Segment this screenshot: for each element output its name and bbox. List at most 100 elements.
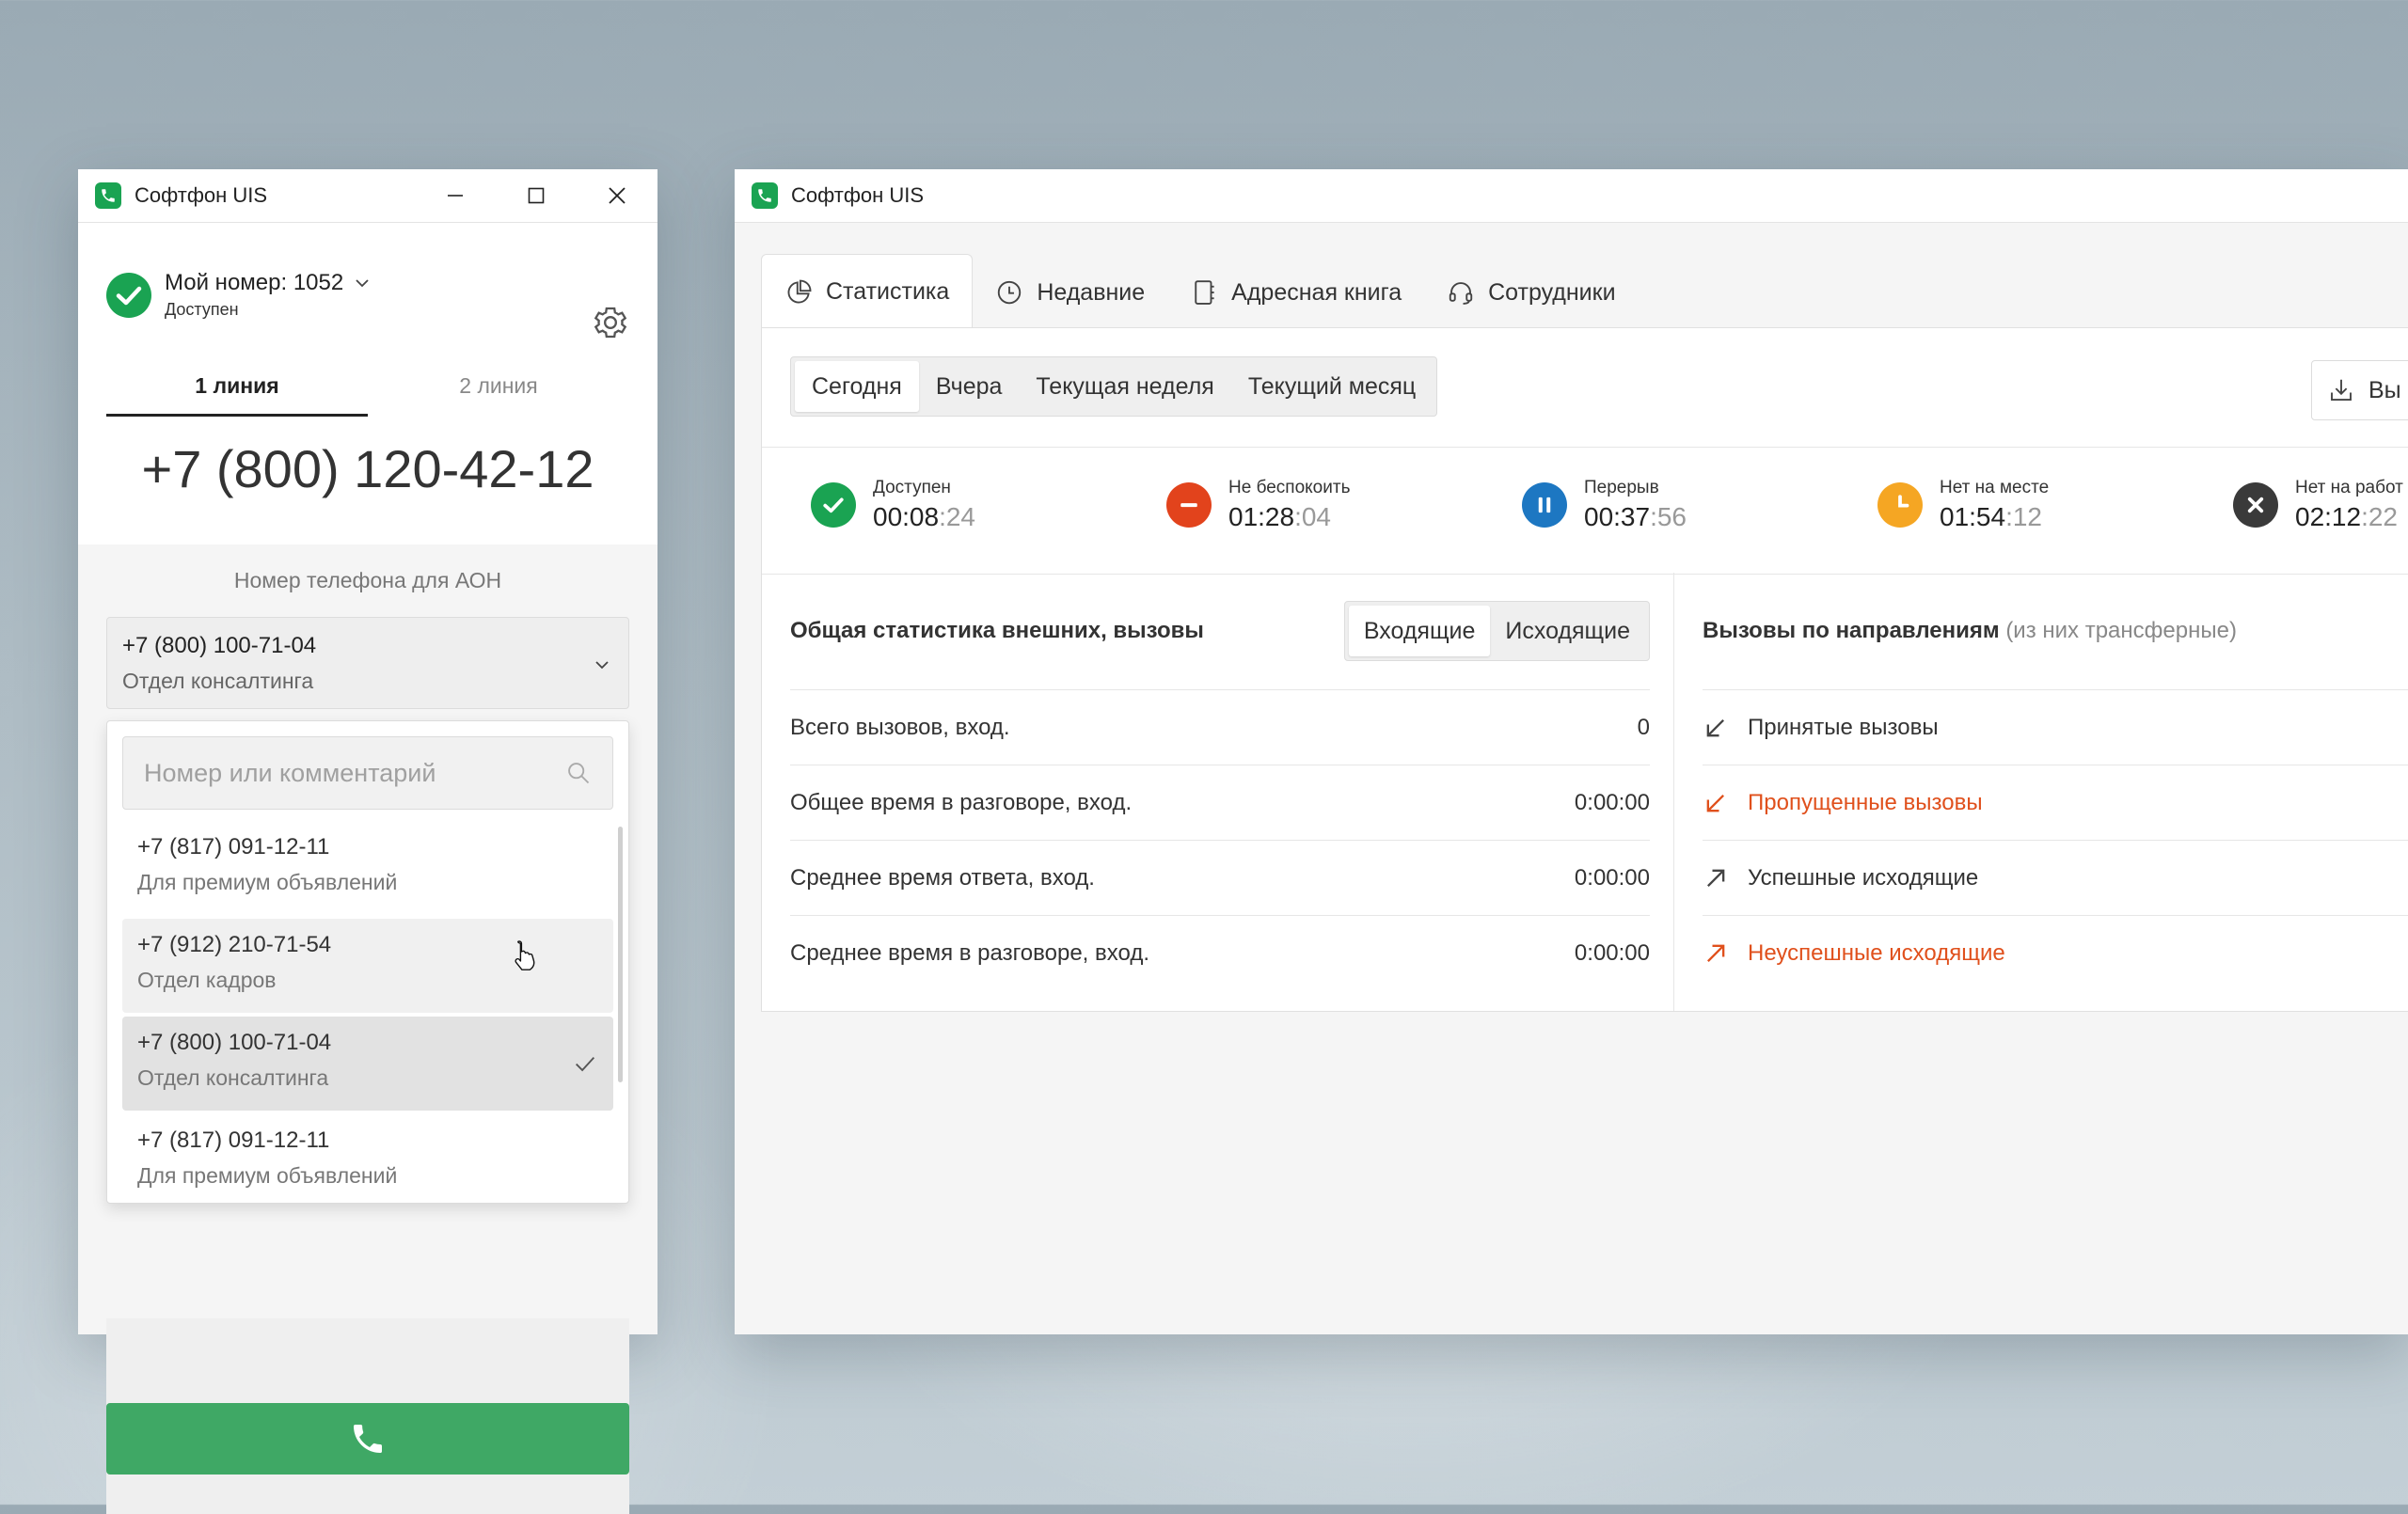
general-stats: Общая статистика внешних, вызовы Входящи… bbox=[790, 573, 1650, 1011]
status-times: Доступен 00:08:24 Не беспокоить 01:28:04… bbox=[762, 447, 2408, 575]
list-item[interactable]: +7 (817) 091-12-11 Для премиум объявлени… bbox=[122, 821, 613, 915]
status-available: Доступен 00:08:24 bbox=[811, 478, 975, 532]
row-value: 0:00:00 bbox=[1574, 790, 1650, 815]
search-icon bbox=[568, 763, 590, 784]
status-off-work: Нет на работ 02:12:22 bbox=[2233, 478, 2403, 532]
list-item[interactable]: +7 (817) 091-12-11 Для премиум объявлени… bbox=[122, 1114, 613, 1203]
x-circle-icon bbox=[2233, 482, 2278, 528]
direction-stats-title: Вызовы по направлениям (из них трансферн… bbox=[1703, 618, 2237, 644]
direction-stats: Вызовы по направлениям (из них трансферн… bbox=[1703, 573, 2408, 1011]
table-row: Всего вызовов, вход. 0 bbox=[790, 689, 1650, 765]
status-label: Нет на месте bbox=[1940, 478, 2050, 497]
general-stats-title: Общая статистика внешних, вызовы bbox=[790, 618, 1204, 643]
settings-button[interactable] bbox=[592, 304, 629, 346]
period-today[interactable]: Сегодня bbox=[795, 361, 919, 412]
direction-toggle: Входящие Исходящие bbox=[1343, 601, 1650, 661]
status-label: Нет на работ bbox=[2295, 478, 2403, 497]
softphone-titlebar: Софтфон UIS bbox=[78, 169, 657, 223]
phone-icon bbox=[354, 1425, 382, 1453]
address-book-icon bbox=[1190, 278, 1218, 307]
status-seconds: :04 bbox=[1294, 502, 1332, 531]
period-current-week[interactable]: Текущая неделя bbox=[1019, 361, 1230, 412]
tab-label: Сотрудники bbox=[1488, 278, 1616, 306]
aon-selected-number: +7 (800) 100-71-04 bbox=[122, 633, 317, 658]
minimize-button[interactable] bbox=[415, 169, 496, 222]
incoming-arrow-icon bbox=[1703, 715, 1748, 741]
option-desc: Для премиум объявлений bbox=[137, 1163, 398, 1188]
maximize-button[interactable] bbox=[496, 169, 577, 222]
headset-icon bbox=[1447, 278, 1475, 307]
status-seconds: :24 bbox=[939, 502, 976, 531]
list-item[interactable]: +7 (912) 210-71-54 Отдел кадров bbox=[122, 919, 613, 1013]
column-divider bbox=[1673, 573, 1674, 1011]
phone-app-icon bbox=[95, 182, 121, 209]
my-number-selector[interactable]: Мой номер: 1052 Доступен bbox=[106, 249, 372, 320]
maximize-icon bbox=[528, 187, 545, 204]
option-number: +7 (912) 210-71-54 bbox=[137, 932, 332, 957]
check-circle-icon bbox=[811, 482, 856, 528]
tab-label: Адресная книга bbox=[1231, 278, 1402, 306]
check-icon bbox=[576, 1056, 595, 1072]
call-button[interactable] bbox=[106, 1403, 629, 1475]
table-row: Общее время в разговоре, вход. 0:00:00 bbox=[790, 765, 1650, 841]
row-value: 0 bbox=[1637, 715, 1650, 740]
row-label: Успешные исходящие bbox=[1748, 865, 1979, 891]
option-number: +7 (817) 091-12-11 bbox=[137, 834, 330, 860]
failed-outgoing-arrow-icon bbox=[1703, 940, 1748, 967]
do-not-disturb-icon bbox=[1166, 482, 1212, 528]
clock-icon bbox=[995, 278, 1023, 307]
table-row[interactable]: Неуспешные исходящие bbox=[1703, 915, 2408, 991]
option-desc: Для премиум объявлений bbox=[137, 870, 398, 894]
row-label: Среднее время ответа, вход. bbox=[790, 865, 1095, 891]
direction-title-main: Вызовы по направлениям bbox=[1703, 618, 2000, 643]
row-label: Общее время в разговоре, вход. bbox=[790, 790, 1133, 815]
row-label: Неуспешные исходящие bbox=[1748, 940, 2005, 966]
export-label: Вы bbox=[2368, 376, 2401, 403]
tab-recent[interactable]: Недавние bbox=[973, 256, 1167, 329]
row-value: 0:00:00 bbox=[1574, 865, 1650, 891]
stats-title: Софтфон UIS bbox=[791, 183, 925, 207]
period-yesterday[interactable]: Вчера bbox=[919, 361, 1020, 412]
aon-select[interactable]: +7 (800) 100-71-04 Отдел консалтинга bbox=[106, 617, 629, 709]
status-seconds: :12 bbox=[2005, 502, 2043, 531]
missed-arrow-icon bbox=[1703, 790, 1748, 816]
download-icon bbox=[2331, 379, 2352, 401]
table-row[interactable]: Пропущенные вызовы bbox=[1703, 765, 2408, 841]
status-time: 01:28 bbox=[1228, 502, 1295, 531]
table-row: Среднее время в разговоре, вход. 0:00:00 bbox=[790, 915, 1650, 991]
option-number: +7 (800) 100-71-04 bbox=[137, 1030, 332, 1055]
status-time: 02:12 bbox=[2295, 502, 2362, 531]
dropdown-scrollbar[interactable] bbox=[618, 827, 623, 1082]
status-label: Доступен bbox=[873, 478, 951, 497]
dialed-number[interactable]: +7 (800) 120-42-12 bbox=[106, 438, 629, 499]
tab-employees[interactable]: Сотрудники bbox=[1424, 256, 1638, 329]
softphone-title: Софтфон UIS bbox=[135, 183, 268, 207]
phone-app-icon bbox=[752, 182, 778, 209]
toggle-incoming[interactable]: Входящие bbox=[1348, 606, 1491, 656]
tab-address-book[interactable]: Адресная книга bbox=[1167, 256, 1424, 329]
export-button[interactable]: Вы bbox=[2311, 360, 2408, 420]
softphone-window: Софтфон UIS Мой номер: 1052 Доступен 1 л… bbox=[78, 169, 657, 1514]
close-button[interactable] bbox=[577, 169, 657, 222]
toggle-outgoing[interactable]: Исходящие bbox=[1490, 606, 1645, 656]
tab-label: Статистика bbox=[826, 278, 950, 305]
period-current-month[interactable]: Текущий месяц bbox=[1231, 361, 1433, 412]
status-break: Перерыв 00:37:56 bbox=[1522, 478, 1687, 532]
status-dnd: Не беспокоить 01:28:04 bbox=[1166, 478, 1350, 532]
dropdown-list: +7 (817) 091-12-11 Для премиум объявлени… bbox=[122, 821, 613, 1203]
option-desc: Отдел кадров bbox=[137, 968, 277, 992]
table-row[interactable]: Принятые вызовы bbox=[1703, 689, 2408, 765]
dialer-body: +7 (800) 120-42-12 Номер телефона для АО… bbox=[106, 363, 629, 1514]
statistics-panel: Сегодня Вчера Текущая неделя Текущий мес… bbox=[761, 327, 2408, 1012]
list-item[interactable]: +7 (800) 100-71-04 Отдел консалтинга bbox=[122, 1017, 613, 1111]
chevron-down-icon bbox=[595, 661, 609, 670]
table-row[interactable]: Успешные исходящие bbox=[1703, 840, 2408, 916]
tab-label: Недавние bbox=[1037, 278, 1146, 306]
search-input[interactable] bbox=[142, 757, 565, 789]
row-label: Пропущенные вызовы bbox=[1748, 790, 1983, 815]
available-status-icon bbox=[106, 272, 151, 318]
tab-statistics[interactable]: Статистика bbox=[761, 254, 974, 329]
status-away: Нет на месте 01:54:12 bbox=[1877, 478, 2049, 532]
status-label: Доступен bbox=[165, 300, 239, 319]
status-seconds: :22 bbox=[2361, 502, 2399, 531]
